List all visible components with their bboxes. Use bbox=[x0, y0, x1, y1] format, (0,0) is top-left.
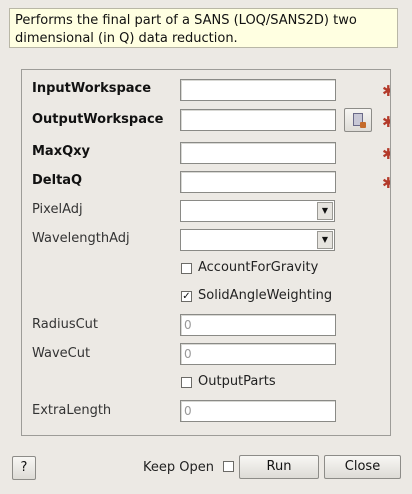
radius-cut-label: RadiusCut bbox=[32, 317, 99, 332]
browse-workspace-button[interactable] bbox=[344, 108, 372, 132]
wave-cut-label: WaveCut bbox=[32, 346, 91, 361]
browse-workspace-icon bbox=[353, 113, 366, 128]
wavelength-adj-label: WavelengthAdj bbox=[32, 231, 130, 246]
solid-angle-weighting-label[interactable]: SolidAngleWeighting bbox=[198, 288, 332, 304]
algorithm-description: Performs the final part of a SANS (LOQ/S… bbox=[9, 8, 398, 48]
required-star-icon: ✱ bbox=[382, 147, 390, 162]
output-workspace-label: OutputWorkspace bbox=[32, 112, 164, 127]
keep-open-label: Keep Open bbox=[143, 460, 214, 475]
required-star-icon: ✱ bbox=[382, 84, 390, 99]
keep-open-checkbox[interactable] bbox=[223, 461, 234, 472]
solid-angle-weighting-checkbox[interactable]: ✓ bbox=[181, 291, 192, 302]
required-star-icon: ✱ bbox=[382, 176, 390, 191]
max-qxy-field[interactable] bbox=[180, 142, 336, 164]
input-workspace-label: InputWorkspace bbox=[32, 81, 152, 96]
required-star-icon: ✱ bbox=[382, 115, 390, 130]
output-parts-label[interactable]: OutputParts bbox=[198, 374, 276, 390]
pixel-adj-label: PixelAdj bbox=[32, 202, 83, 217]
properties-panel: InputWorkspace ✱ OutputWorkspace ✱ MaxQx… bbox=[21, 69, 391, 436]
wavelength-adj-dropdown[interactable]: ▼ bbox=[180, 229, 335, 251]
max-qxy-label: MaxQxy bbox=[32, 144, 91, 159]
run-button[interactable]: Run bbox=[239, 455, 319, 479]
account-for-gravity-label[interactable]: AccountForGravity bbox=[198, 260, 318, 276]
radius-cut-field[interactable]: 0 bbox=[180, 314, 336, 336]
close-button[interactable]: Close bbox=[324, 455, 401, 479]
chevron-down-icon: ▼ bbox=[317, 202, 333, 220]
output-parts-checkbox[interactable] bbox=[181, 377, 192, 388]
output-workspace-field[interactable] bbox=[180, 109, 336, 131]
extra-length-label: ExtraLength bbox=[32, 403, 112, 418]
extra-length-field[interactable]: 0 bbox=[180, 400, 336, 422]
delta-q-label: DeltaQ bbox=[32, 173, 83, 188]
chevron-down-icon: ▼ bbox=[317, 231, 333, 249]
delta-q-field[interactable] bbox=[180, 171, 336, 193]
help-button[interactable]: ? bbox=[12, 456, 36, 480]
pixel-adj-dropdown[interactable]: ▼ bbox=[180, 200, 335, 222]
input-workspace-field[interactable] bbox=[180, 79, 336, 101]
account-for-gravity-checkbox[interactable] bbox=[181, 263, 192, 274]
wave-cut-field[interactable]: 0 bbox=[180, 343, 336, 365]
